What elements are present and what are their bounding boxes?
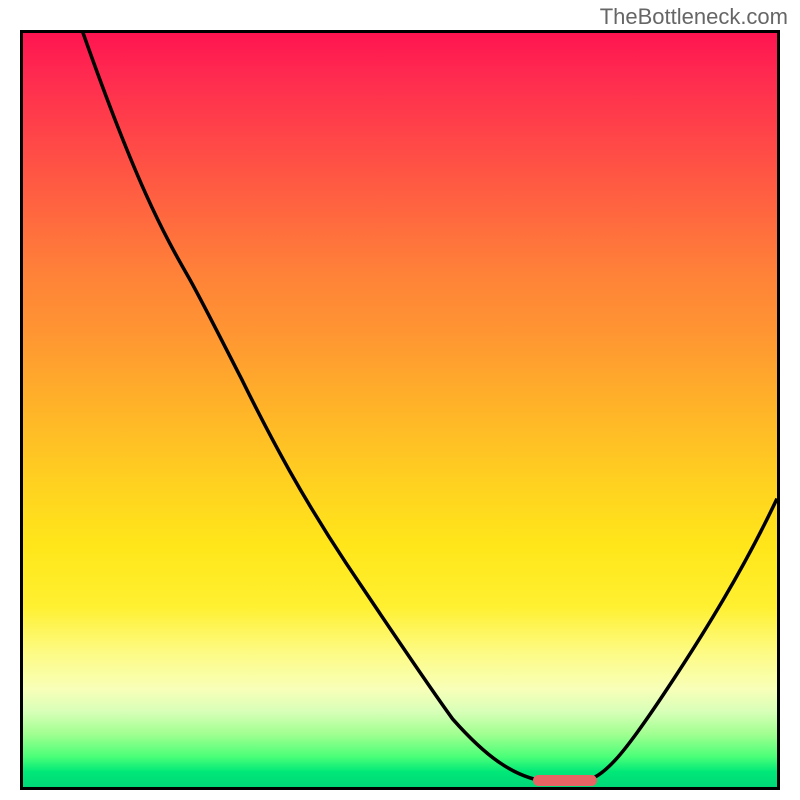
optimal-marker bbox=[533, 775, 597, 786]
watermark-text: TheBottleneck.com bbox=[600, 4, 788, 30]
chart-container: TheBottleneck.com bbox=[0, 0, 800, 800]
curve-svg bbox=[23, 33, 777, 787]
plot-area bbox=[20, 30, 780, 790]
bottleneck-curve-path bbox=[23, 33, 777, 782]
